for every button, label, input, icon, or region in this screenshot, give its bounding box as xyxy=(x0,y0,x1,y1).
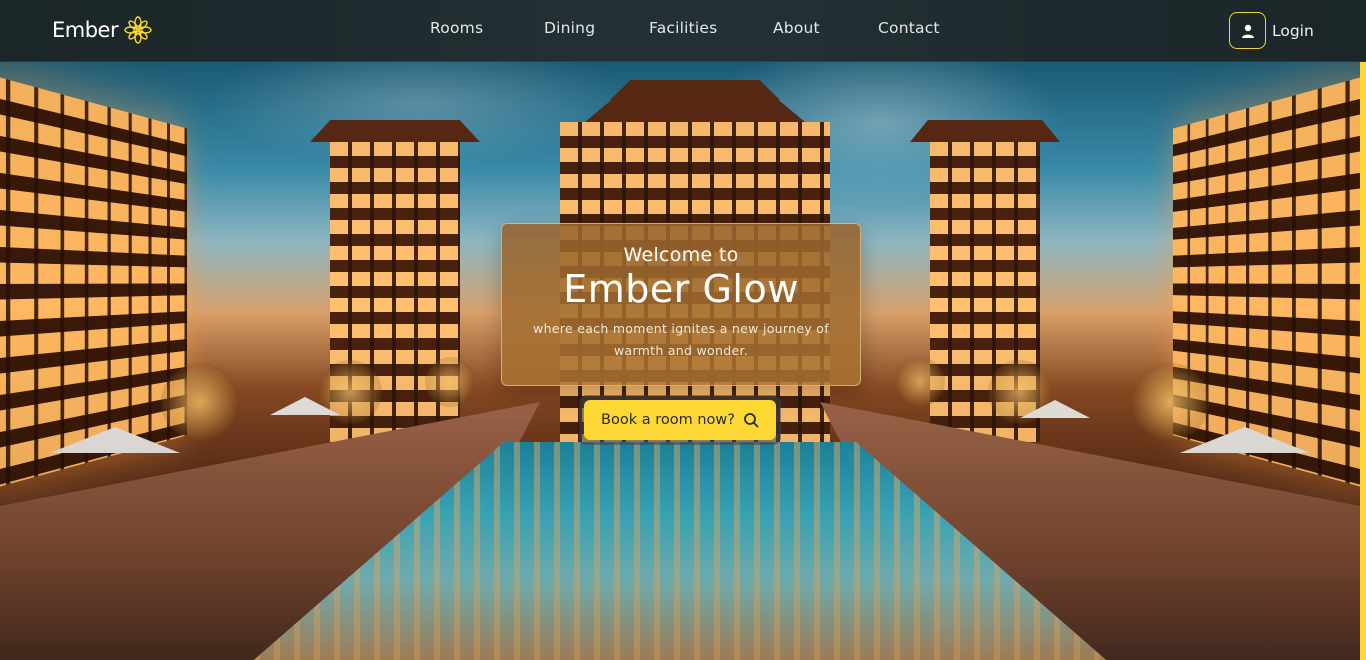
welcome-card: Welcome to Ember Glow where each moment … xyxy=(501,223,861,386)
brand-link[interactable]: Ember xyxy=(52,16,152,44)
top-navbar: Ember Rooms Dining Facilities About Cont… xyxy=(0,0,1366,62)
page: Ember Rooms Dining Facilities About Cont… xyxy=(0,0,1366,660)
hero-title: Ember Glow xyxy=(563,267,799,311)
nav-link-rooms[interactable]: Rooms xyxy=(430,19,483,37)
hero-tagline: where each moment ignites a new journey … xyxy=(533,321,829,358)
login-label: Login xyxy=(1272,21,1314,40)
login-button[interactable]: Login xyxy=(1229,12,1314,49)
user-icon xyxy=(1241,24,1254,38)
book-room-button[interactable]: Book a room now? xyxy=(584,400,776,440)
brand-name: Ember xyxy=(52,18,119,42)
book-room-label: Book a room now? xyxy=(601,412,735,428)
nav-link-facilities[interactable]: Facilities xyxy=(649,19,717,37)
scrollbar[interactable] xyxy=(1360,62,1366,660)
nav-link-contact[interactable]: Contact xyxy=(878,19,940,37)
nav-link-dining[interactable]: Dining xyxy=(544,19,595,37)
lotus-logo-icon xyxy=(124,16,152,44)
welcome-line: Welcome to xyxy=(623,244,739,266)
login-icon-box[interactable] xyxy=(1229,12,1266,49)
cta-wrapper: Book a room now? xyxy=(579,395,781,445)
nav-link-about[interactable]: About xyxy=(773,19,820,37)
search-icon xyxy=(744,413,759,428)
